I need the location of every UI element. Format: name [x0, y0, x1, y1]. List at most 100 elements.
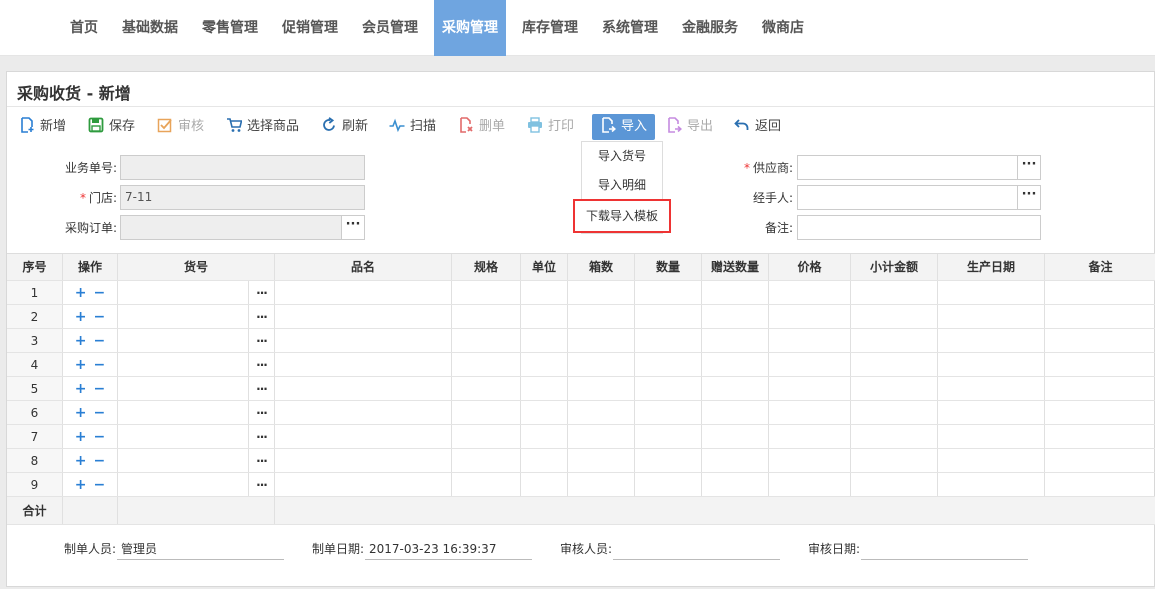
add-row-icon[interactable]: + — [75, 357, 87, 373]
remark-input[interactable] — [797, 215, 1041, 240]
grid-cell — [635, 425, 702, 448]
more-dots-icon: ··· — [256, 430, 268, 444]
goods-code-input[interactable] — [118, 305, 249, 328]
row-actions: + − — [63, 473, 118, 496]
add-row-icon[interactable]: + — [75, 429, 87, 445]
handler-input[interactable] — [797, 185, 1018, 210]
nav-item-purchase[interactable]: 采购管理 — [434, 0, 506, 56]
grid-cell — [452, 377, 521, 400]
goods-picker-button[interactable]: ··· — [249, 425, 275, 448]
remove-row-icon[interactable]: − — [94, 477, 106, 493]
grid-cell — [851, 377, 938, 400]
audit-button[interactable]: 审核 — [157, 114, 204, 140]
nav-item-home[interactable]: 首页 — [58, 0, 110, 56]
handler-picker-button[interactable]: ··· — [1017, 185, 1041, 210]
import-dropdown: 导入货号 导入明细 下载导入模板 — [573, 141, 671, 234]
select-goods-button[interactable]: 选择商品 — [226, 114, 299, 140]
export-button[interactable]: 导出 — [666, 114, 713, 140]
nav-item-basic-data[interactable]: 基础数据 — [112, 0, 188, 56]
remove-row-icon[interactable]: − — [94, 453, 106, 469]
grid-cell — [938, 377, 1045, 400]
row-number: 5 — [7, 377, 63, 400]
nav-item-system[interactable]: 系统管理 — [592, 0, 668, 56]
grid-cell — [635, 473, 702, 496]
grid-cell — [1045, 473, 1155, 496]
add-row-icon[interactable]: + — [75, 333, 87, 349]
goods-code-input[interactable] — [118, 401, 249, 424]
goods-picker-button[interactable]: ··· — [249, 353, 275, 376]
goods-picker-button[interactable]: ··· — [249, 473, 275, 496]
download-template-item[interactable]: 下载导入模板 — [573, 199, 671, 233]
refresh-button[interactable]: 刷新 — [321, 114, 368, 140]
grid-cell — [851, 281, 938, 304]
print-button[interactable]: 打印 — [527, 114, 574, 140]
grid-cell — [521, 281, 568, 304]
add-row-icon[interactable]: + — [75, 309, 87, 325]
add-row-icon[interactable]: + — [75, 453, 87, 469]
po-picker-button[interactable]: ··· — [341, 215, 365, 240]
row-number: 6 — [7, 401, 63, 424]
nav-item-promotion[interactable]: 促销管理 — [272, 0, 348, 56]
table-row: 4 + − ··· — [7, 353, 1155, 377]
table-row: 6 + − ··· — [7, 401, 1155, 425]
remove-row-icon[interactable]: − — [94, 309, 106, 325]
add-row-icon[interactable]: + — [75, 285, 87, 301]
scan-button[interactable]: 扫描 — [389, 114, 436, 140]
goods-code-input[interactable] — [118, 377, 249, 400]
remove-row-icon[interactable]: − — [94, 285, 106, 301]
remove-row-icon[interactable]: − — [94, 429, 106, 445]
nav-item-microshop[interactable]: 微商店 — [752, 0, 814, 56]
order-no-input[interactable] — [120, 155, 365, 180]
nav-item-retail[interactable]: 零售管理 — [192, 0, 268, 56]
goods-code-input[interactable] — [118, 281, 249, 304]
grid-cell — [568, 281, 635, 304]
remove-row-icon[interactable]: − — [94, 405, 106, 421]
grid-cell — [851, 305, 938, 328]
save-button[interactable]: 保存 — [88, 114, 135, 140]
grid-cell — [635, 281, 702, 304]
back-button[interactable]: 返回 — [734, 114, 781, 140]
remove-row-icon[interactable]: − — [94, 333, 106, 349]
goods-code-input[interactable] — [118, 473, 249, 496]
nav-item-inventory[interactable]: 库存管理 — [512, 0, 588, 56]
grid-cell — [521, 473, 568, 496]
add-row-icon[interactable]: + — [75, 477, 87, 493]
grid-cell — [521, 329, 568, 352]
goods-picker-button[interactable]: ··· — [249, 377, 275, 400]
more-dots-icon: ··· — [256, 478, 268, 492]
goods-code-input[interactable] — [118, 425, 249, 448]
import-item-detail[interactable]: 导入明细 — [582, 171, 662, 200]
grid-cell — [938, 353, 1045, 376]
goods-picker-button[interactable]: ··· — [249, 305, 275, 328]
row-actions: + − — [63, 377, 118, 400]
goods-code-input[interactable] — [118, 353, 249, 376]
export-label: 导出 — [687, 119, 714, 134]
nav-item-member[interactable]: 会员管理 — [352, 0, 428, 56]
goods-code-input[interactable] — [118, 449, 249, 472]
add-row-icon[interactable]: + — [75, 381, 87, 397]
grid-cell — [521, 377, 568, 400]
import-button[interactable]: 导入 — [592, 114, 656, 140]
goods-picker-button[interactable]: ··· — [249, 401, 275, 424]
remove-row-icon[interactable]: − — [94, 381, 106, 397]
add-row-icon[interactable]: + — [75, 405, 87, 421]
goods-code-input[interactable] — [118, 329, 249, 352]
new-label: 新增 — [40, 119, 67, 134]
goods-picker-button[interactable]: ··· — [249, 281, 275, 304]
supplier-input[interactable] — [797, 155, 1018, 180]
goods-picker-button[interactable]: ··· — [249, 449, 275, 472]
remove-row-icon[interactable]: − — [94, 357, 106, 373]
goods-picker-button[interactable]: ··· — [249, 329, 275, 352]
refresh-label: 刷新 — [342, 119, 369, 134]
store-input[interactable]: 7-11 — [120, 185, 365, 210]
table-row: 8 + − ··· — [7, 449, 1155, 473]
col-header: 数量 — [635, 254, 702, 280]
grid-cell — [769, 329, 851, 352]
po-input[interactable] — [120, 215, 342, 240]
import-item-code[interactable]: 导入货号 — [582, 142, 662, 171]
supplier-picker-button[interactable]: ··· — [1017, 155, 1041, 180]
audit-check-icon — [157, 118, 172, 133]
delete-order-button[interactable]: 删单 — [458, 114, 505, 140]
nav-item-finance[interactable]: 金融服务 — [672, 0, 748, 56]
new-button[interactable]: 新增 — [19, 114, 66, 140]
